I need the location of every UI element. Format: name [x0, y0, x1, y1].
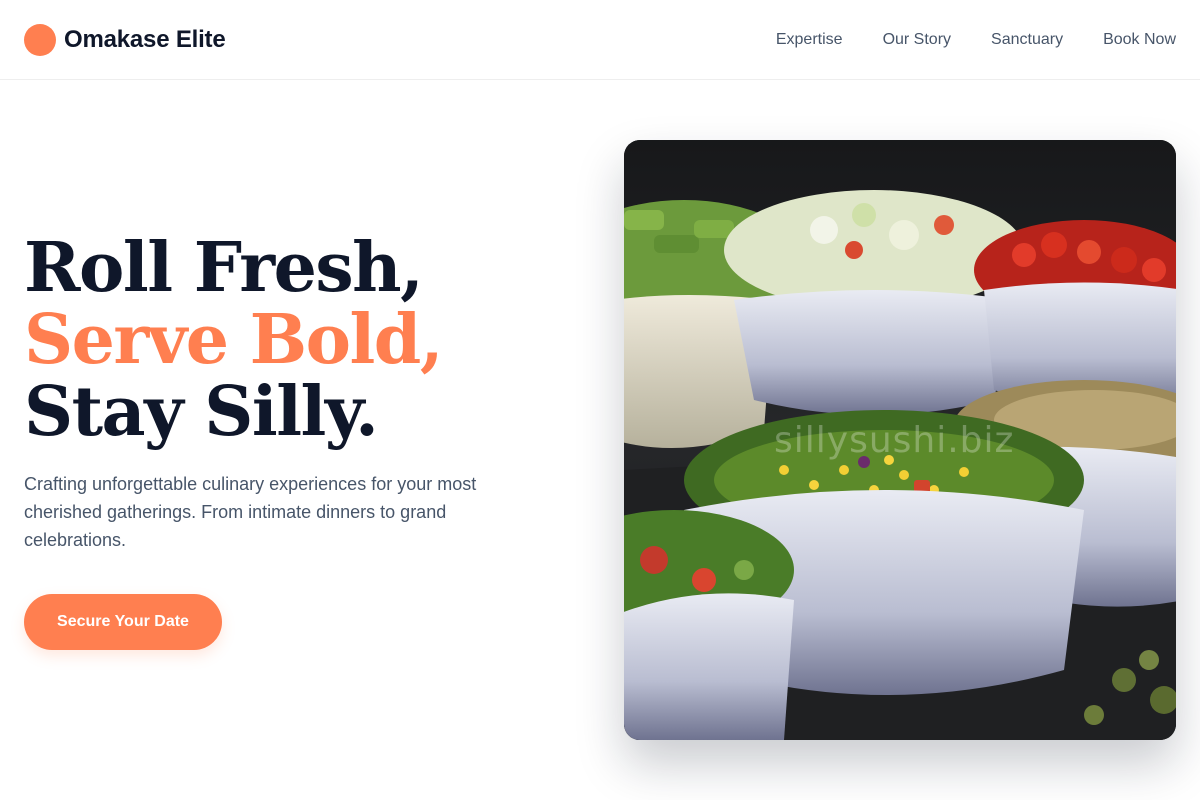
headline-line-3: Stay Silly.	[24, 372, 379, 452]
brand-logo-icon	[24, 23, 56, 56]
headline-line-2: Serve Bold,	[24, 300, 444, 380]
hero-image: sillysushi.biz	[624, 140, 1176, 740]
nav-link-book-now[interactable]: Book Now	[1103, 31, 1176, 49]
hero-subtitle: Crafting unforgettable culinary experien…	[24, 474, 477, 550]
nav-link-our-story[interactable]: Our Story	[883, 31, 951, 49]
nav-link-expertise[interactable]: Expertise	[776, 31, 843, 49]
headline-line-1: Roll Fresh,	[24, 228, 424, 308]
brand-logo-link[interactable]: Omakase Elite	[24, 23, 226, 56]
salad-bowls-illustration	[624, 140, 1176, 740]
hero-headline-block: Roll Fresh, Serve Bold, Stay Silly.	[24, 232, 544, 448]
hero-headline: Roll Fresh, Serve Bold, Stay Silly.	[24, 232, 544, 448]
brand-name: Omakase Elite	[64, 25, 226, 53]
nav-link-sanctuary[interactable]: Sanctuary	[991, 31, 1063, 49]
site-header: Omakase Elite Expertise Our Story Sanctu…	[0, 0, 1200, 80]
secure-your-date-button[interactable]: Secure Your Date	[24, 594, 222, 650]
main-nav: Expertise Our Story Sanctuary Book Now	[776, 31, 1176, 49]
